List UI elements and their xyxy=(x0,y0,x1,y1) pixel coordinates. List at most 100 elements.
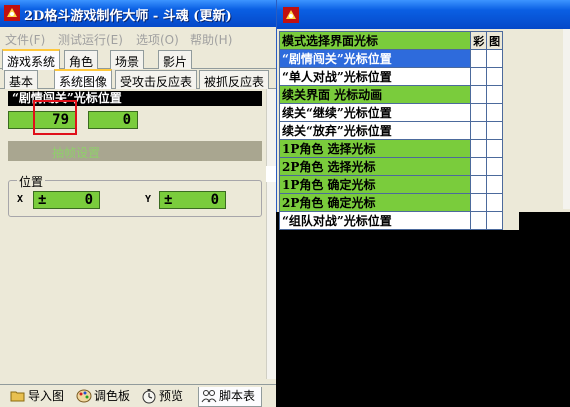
row-spacer xyxy=(502,211,519,230)
main-titlebar[interactable]: 2D格斗游戏制作大师 - 斗魂 (更新) xyxy=(0,0,276,27)
row-label: 续关“继续”光标位置 xyxy=(278,103,472,122)
position-group: 位置 X ± 0 Y ± 0 xyxy=(8,173,262,217)
menu-options[interactable]: 选项(O) xyxy=(136,31,179,48)
row-color-flag[interactable] xyxy=(470,157,488,176)
divider-handle[interactable] xyxy=(266,166,276,182)
panel-scrollbar[interactable] xyxy=(266,89,276,379)
menu-test-run[interactable]: 测试运行(E) xyxy=(58,31,123,48)
side-titlebar[interactable] xyxy=(277,0,570,29)
window-title: 2D格斗游戏制作大师 - 斗魂 (更新) xyxy=(24,9,232,24)
tab-basic[interactable]: 基本 xyxy=(4,70,39,89)
bottom-tab-bar: 导入图 调色板 预览 脚本表 xyxy=(0,384,276,407)
row-image-flag[interactable] xyxy=(486,211,504,230)
table-row[interactable]: “单人对战”光标位置 xyxy=(278,67,519,86)
mode-table: 模式选择界面光标 彩 图 “剧情闯关”光标位置 “单人对战”光标位置 续关界面 光标… xyxy=(278,31,519,230)
row-image-flag[interactable] xyxy=(486,193,504,212)
row-image-flag[interactable] xyxy=(486,157,504,176)
y-value: 0 xyxy=(210,192,219,208)
row-color-flag[interactable] xyxy=(470,175,488,194)
row-image-flag[interactable] xyxy=(486,49,504,68)
row-spacer xyxy=(502,67,519,86)
sub-tab-row: 基本 系统图像 受攻击反应表 被抓反应表 xyxy=(0,69,276,90)
row-spacer xyxy=(502,175,519,194)
table-row[interactable]: “剧情闯关”光标位置 xyxy=(278,49,519,68)
frame-skip-label: 抽帧设置 xyxy=(52,146,101,160)
table-row[interactable]: 1P角色 确定光标 xyxy=(278,175,519,194)
row-color-flag[interactable] xyxy=(470,67,488,86)
menu-file[interactable]: 文件(F) xyxy=(5,31,45,48)
tab-grab-reaction[interactable]: 被抓反应表 xyxy=(199,70,270,89)
row-label: “单人对战”光标位置 xyxy=(278,67,472,86)
y-sign: ± xyxy=(164,192,173,208)
y-label: Y xyxy=(145,194,152,205)
tab-import-image-label: 导入图 xyxy=(28,389,65,403)
row-label: 1P角色 选择光标 xyxy=(278,139,472,158)
tab-hit-reaction[interactable]: 受攻击反应表 xyxy=(115,70,198,89)
value-field-right[interactable]: 0 xyxy=(88,111,138,129)
table-header-row: 模式选择界面光标 彩 图 xyxy=(278,31,519,50)
row-color-flag[interactable] xyxy=(470,103,488,122)
tab-preview[interactable]: 预览 xyxy=(139,387,183,407)
people-icon xyxy=(201,390,217,403)
row-label: “组队对战”光标位置 xyxy=(278,211,472,230)
app-icon xyxy=(4,5,20,21)
x-label: X xyxy=(17,194,24,205)
row-label: 2P角色 确定光标 xyxy=(278,193,472,212)
x-value: 0 xyxy=(84,192,93,208)
table-row[interactable]: 续关“继续”光标位置 xyxy=(278,103,519,122)
table-row[interactable]: 2P角色 确定光标 xyxy=(278,193,519,212)
top-tab-row: 游戏系统 角色 场景 影片 xyxy=(0,49,276,70)
table-header-name: 模式选择界面光标 xyxy=(278,31,472,50)
highlight-frame xyxy=(33,100,77,135)
table-header-image: 图 xyxy=(486,31,504,50)
side-scrollbar[interactable] xyxy=(563,29,570,209)
row-spacer xyxy=(502,85,519,104)
row-image-flag[interactable] xyxy=(486,175,504,194)
table-header-color: 彩 xyxy=(470,31,488,50)
row-color-flag[interactable] xyxy=(470,193,488,212)
row-spacer xyxy=(502,193,519,212)
side-app-icon xyxy=(283,7,299,23)
row-color-flag[interactable] xyxy=(470,211,488,230)
palette-icon xyxy=(76,389,92,403)
table-row[interactable]: 2P角色 选择光标 xyxy=(278,157,519,176)
row-color-flag[interactable] xyxy=(470,139,488,158)
row-image-flag[interactable] xyxy=(486,139,504,158)
tab-preview-label: 预览 xyxy=(159,389,184,403)
row-color-flag[interactable] xyxy=(470,121,488,140)
row-color-flag[interactable] xyxy=(470,85,488,104)
tab-movie[interactable]: 影片 xyxy=(158,50,193,69)
tab-import-image[interactable]: 导入图 xyxy=(8,387,64,407)
property-panel: “剧情闯关”光标位置 79 0 抽帧设置 位置 X ± 0 Y ± 0 xyxy=(4,89,266,379)
row-image-flag[interactable] xyxy=(486,85,504,104)
table-row[interactable]: 续关“放弃”光标位置 xyxy=(278,121,519,140)
tab-palette[interactable]: 调色板 xyxy=(74,387,130,407)
tab-game-system[interactable]: 游戏系统 xyxy=(2,49,61,70)
row-image-flag[interactable] xyxy=(486,103,504,122)
row-spacer xyxy=(502,103,519,122)
y-coordinate-field[interactable]: ± 0 xyxy=(159,191,226,209)
tab-system-image[interactable]: 系统图像 xyxy=(54,69,113,90)
row-spacer xyxy=(502,139,519,158)
row-label: 续关界面 光标动画 xyxy=(278,85,472,104)
table-row[interactable]: 1P角色 选择光标 xyxy=(278,139,519,158)
menu-bar: 文件(F) 测试运行(E) 选项(O) 帮助(H) xyxy=(0,27,276,49)
tab-scene[interactable]: 场景 xyxy=(110,50,145,69)
frame-skip-bar: 抽帧设置 xyxy=(8,141,262,161)
position-legend: 位置 xyxy=(17,173,46,190)
tab-character[interactable]: 角色 xyxy=(64,50,99,69)
table-row[interactable]: 续关界面 光标动画 xyxy=(278,85,519,104)
table-row[interactable]: “组队对战”光标位置 xyxy=(278,211,519,230)
row-color-flag[interactable] xyxy=(470,49,488,68)
row-image-flag[interactable] xyxy=(486,67,504,86)
menu-help[interactable]: 帮助(H) xyxy=(190,31,232,48)
tab-palette-label: 调色板 xyxy=(94,389,131,403)
row-image-flag[interactable] xyxy=(486,121,504,140)
side-window: 模式选择界面光标 彩 图 “剧情闯关”光标位置 “单人对战”光标位置 续关界面 光标… xyxy=(276,0,570,230)
x-coordinate-field[interactable]: ± 0 xyxy=(33,191,100,209)
x-sign: ± xyxy=(38,192,47,208)
tab-script-table[interactable]: 脚本表 xyxy=(198,387,262,407)
row-spacer xyxy=(502,49,519,68)
row-spacer xyxy=(502,121,519,140)
row-label: 1P角色 确定光标 xyxy=(278,175,472,194)
